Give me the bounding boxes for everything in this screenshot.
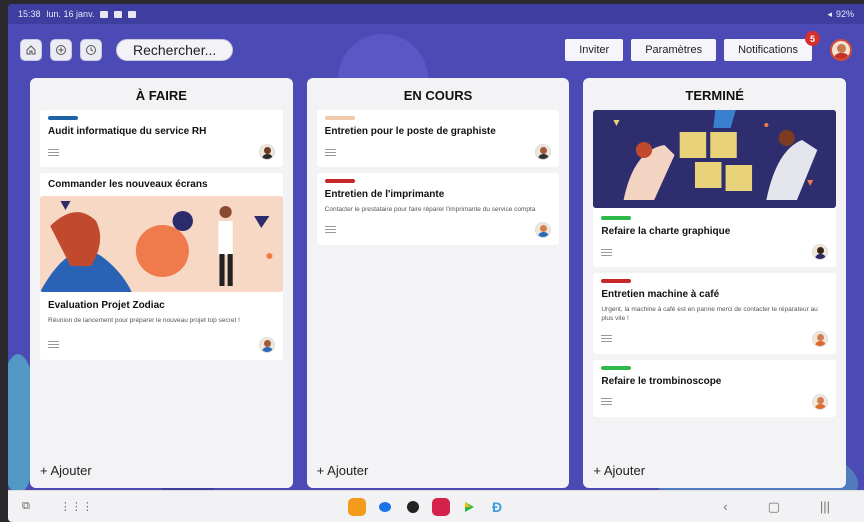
tablet-screen: 15:38 lun. 16 janv. ◂ 92% Rechercher... … <box>8 4 864 522</box>
add-circle-icon <box>56 45 66 55</box>
notification-icon <box>114 10 123 18</box>
description-icon <box>601 335 613 343</box>
description-icon <box>48 341 59 349</box>
add-button[interactable] <box>50 39 72 61</box>
user-avatar[interactable] <box>830 39 852 61</box>
description-icon <box>48 148 59 156</box>
assignee-avatar <box>258 144 275 160</box>
status-date: lun. 16 janv. <box>46 9 95 19</box>
card-title: Refaire le trombinoscope <box>601 375 722 387</box>
clock-icon <box>86 45 96 55</box>
illustration-image <box>593 110 837 208</box>
column-title: À FAIRE <box>135 87 187 103</box>
task-card[interactable]: Entretien pour le poste de graphiste <box>316 110 560 167</box>
description-icon <box>324 226 336 234</box>
add-card-button[interactable]: + Ajouter <box>40 463 92 478</box>
notifications-badge: 5 <box>805 31 820 46</box>
card-cover-image <box>593 110 837 208</box>
camera-app-icon[interactable] <box>432 497 450 516</box>
home-nav-icon[interactable]: ▢ <box>768 499 780 515</box>
notifications-button[interactable]: Notifications <box>724 39 812 61</box>
illustration-image <box>40 196 283 292</box>
task-card[interactable]: Entretien machine à café Urgent, la mach… <box>593 273 837 354</box>
home-icon <box>26 45 36 55</box>
status-bar: 15:38 lun. 16 janv. ◂ 92% <box>8 4 864 24</box>
task-card[interactable]: Refaire le trombinoscope <box>593 359 837 417</box>
recents-icon[interactable]: ||| <box>820 499 830 514</box>
kanban-board: À FAIRE Audit informatique du service RH… <box>30 78 847 488</box>
assignee-avatar <box>535 144 552 160</box>
task-card[interactable]: Audit informatique du service RH <box>40 110 283 167</box>
assignee-avatar <box>812 393 829 410</box>
description-icon <box>601 398 613 406</box>
folder-app-icon[interactable] <box>348 497 366 516</box>
card-description: Contacter le prestataire pour faire répa… <box>324 206 536 213</box>
add-card-button[interactable]: + Ajouter <box>593 463 645 478</box>
home-button[interactable] <box>20 39 42 61</box>
messages-app-icon[interactable] <box>376 498 394 516</box>
search-button[interactable]: Rechercher... <box>116 39 234 61</box>
invite-button[interactable]: Inviter <box>565 39 624 61</box>
add-card-button[interactable]: + Ajouter <box>317 463 369 478</box>
column-in-progress: EN COURS Entretien pour le poste de grap… <box>306 78 570 488</box>
play-store-icon[interactable] <box>460 498 478 516</box>
card-description: Réunion de lancement pour préparer le no… <box>48 317 240 324</box>
task-card[interactable]: Entretien de l'imprimante Contacter le p… <box>316 173 560 245</box>
task-card[interactable]: Refaire la charte graphique <box>593 110 837 267</box>
tag-label <box>601 365 632 370</box>
wifi-icon: ◂ <box>827 8 832 19</box>
column-todo: À FAIRE Audit informatique du service RH… <box>30 78 293 488</box>
tag-label <box>601 216 632 220</box>
card-title: Entretien pour le poste de graphiste <box>324 126 496 137</box>
column-done: TERMINÉ Refaire la charte graphique Entr… <box>583 78 847 488</box>
app-drawer-icon[interactable]: ⋮⋮⋮ <box>60 500 93 513</box>
tag-label <box>324 179 355 183</box>
description-icon <box>601 248 613 256</box>
app-dock: Ð <box>348 497 506 516</box>
tag-label <box>324 116 355 120</box>
screenshot-icon[interactable]: ⧉ <box>22 500 30 513</box>
card-title: Commander les nouveaux écrans <box>48 179 208 190</box>
card-description: Urgent, la machine à café est en panne m… <box>601 306 818 322</box>
notification-icon <box>128 10 137 18</box>
tag-label <box>601 279 632 283</box>
card-title: Entretien machine à café <box>601 289 720 300</box>
column-title: EN COURS <box>403 87 473 103</box>
card-title: Audit informatique du service RH <box>48 126 207 137</box>
system-nav-bar: ⧉ ⋮⋮⋮ Ð ‹ ▢ ||| <box>8 490 864 522</box>
battery-level: 92% <box>835 9 854 19</box>
history-button[interactable] <box>80 39 102 61</box>
assignee-avatar <box>812 330 829 347</box>
toolbar: Rechercher... Inviter Paramètres Notific… <box>8 24 864 76</box>
recent-app-icon[interactable]: Ð <box>488 498 506 516</box>
task-card[interactable]: Commander les nouveaux écrans Evaluation… <box>40 173 283 360</box>
card-title: Evaluation Projet Zodiac <box>48 300 165 311</box>
column-title: TERMINÉ <box>685 87 744 103</box>
assignee-avatar <box>258 336 275 353</box>
notification-icon <box>100 10 109 18</box>
card-title: Refaire la charte graphique <box>601 226 731 237</box>
tag-label <box>48 116 78 120</box>
assignee-avatar <box>535 221 552 238</box>
back-icon[interactable]: ‹ <box>723 499 727 514</box>
chat-app-icon[interactable] <box>404 498 422 516</box>
description-icon <box>324 148 336 156</box>
card-cover-image <box>40 196 283 292</box>
card-title: Entretien de l'imprimante <box>324 189 445 200</box>
settings-button[interactable]: Paramètres <box>631 39 717 61</box>
status-time: 15:38 <box>18 9 41 19</box>
assignee-avatar <box>812 244 829 260</box>
